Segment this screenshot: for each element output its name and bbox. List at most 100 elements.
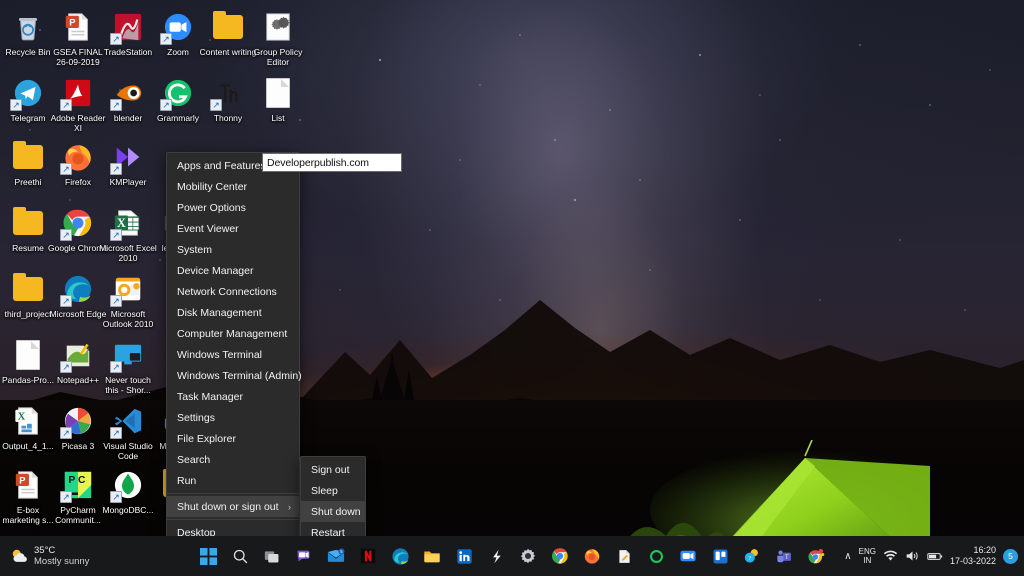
menu-item[interactable]: Settings [167, 407, 299, 428]
submenu-item[interactable]: Sign out [301, 459, 365, 480]
chrome-icon[interactable] [547, 543, 573, 569]
desktop-icon[interactable]: Pandas-Pro... [2, 338, 54, 385]
desktop-icon[interactable]: KMPlayer [102, 140, 154, 187]
language-indicator[interactable]: ENG IN [859, 547, 876, 565]
desktop-icon[interactable]: Group Policy Editor [252, 10, 304, 67]
svg-text:?: ? [748, 555, 751, 562]
chrome-apps-icon[interactable] [803, 543, 829, 569]
desktop-icon[interactable]: PCPyCharm Communit... [52, 468, 104, 525]
ring-icon[interactable] [643, 543, 669, 569]
menu-item[interactable]: Run [167, 470, 299, 491]
desktop-icon[interactable]: Telegram [2, 76, 54, 123]
lightning-icon[interactable] [483, 543, 509, 569]
balloon-icon[interactable]: ? [739, 543, 765, 569]
shortcut-arrow-icon [110, 361, 122, 373]
settings-icon[interactable] [515, 543, 541, 569]
menu-item[interactable]: Shut down or sign out› [167, 496, 299, 517]
menu-item[interactable]: Network Connections [167, 281, 299, 302]
menu-item[interactable]: Mobility Center [167, 176, 299, 197]
edge-icon[interactable] [387, 543, 413, 569]
desktop-icon[interactable]: List [252, 76, 304, 123]
menu-item-label: Computer Management [177, 328, 287, 340]
svg-text:X: X [18, 412, 26, 423]
chevron-up-icon[interactable]: ∧ [844, 551, 851, 562]
wifi-icon[interactable] [883, 550, 898, 562]
shortcut-arrow-icon [60, 427, 72, 439]
search-icon[interactable] [227, 543, 253, 569]
winx-power-user-menu[interactable]: Apps and FeaturesMobility CenterPower Op… [166, 152, 300, 546]
submenu-item[interactable]: Sleep [301, 480, 365, 501]
remote-desktop-icon [111, 338, 145, 372]
desktop-icon[interactable]: Adobe Reader XI [52, 76, 104, 133]
weather-widget[interactable]: 35°C Mostly sunny [0, 536, 89, 576]
desktop-icon[interactable]: Picasa 3 [52, 404, 104, 451]
menu-item-label: Windows Terminal [177, 349, 262, 361]
desktop-icon[interactable]: XMicrosoft Excel 2010 [102, 206, 154, 263]
notepad-icon[interactable] [611, 543, 637, 569]
menu-item-label: Search [177, 454, 210, 466]
trello-icon[interactable] [707, 543, 733, 569]
menu-item[interactable]: Windows Terminal [167, 344, 299, 365]
desktop-icon[interactable]: blender [102, 76, 154, 123]
teams-icon[interactable]: T [771, 543, 797, 569]
desktop-icon[interactable]: Never touch this - Shor... [102, 338, 154, 395]
language-line1: ENG [859, 547, 876, 556]
desktop-icon[interactable]: Recycle Bin [2, 10, 54, 57]
task-view-icon[interactable] [259, 543, 285, 569]
desktop-icon-label: KMPlayer [98, 177, 158, 187]
zoom-icon[interactable] [675, 543, 701, 569]
desktop-icon[interactable]: Microsoft Edge [52, 272, 104, 319]
menu-item[interactable]: Device Manager [167, 260, 299, 281]
desktop-icon[interactable]: Notepad++ [52, 338, 104, 385]
folder-icon [11, 206, 45, 240]
desktop-icon[interactable]: Microsoft Outlook 2010 [102, 272, 154, 329]
menu-item[interactable]: Search [167, 449, 299, 470]
watermark-textbox[interactable]: Developerpublish.com [262, 153, 402, 172]
shortcut-arrow-icon [60, 229, 72, 241]
mail-icon[interactable]: 5 [323, 543, 349, 569]
file-explorer-icon[interactable] [419, 543, 445, 569]
menu-item[interactable]: Disk Management [167, 302, 299, 323]
shortcut-arrow-icon [110, 427, 122, 439]
menu-item[interactable]: Windows Terminal (Admin) [167, 365, 299, 386]
desktop-icon[interactable]: Resume [2, 206, 54, 253]
desktop-icon[interactable]: MongoDBC... [102, 468, 154, 515]
menu-item[interactable]: System [167, 239, 299, 260]
menu-item-label: Windows Terminal (Admin) [177, 370, 302, 382]
blender-icon [111, 76, 145, 110]
shutdown-submenu[interactable]: Sign outSleepShut downRestart [300, 456, 366, 546]
battery-icon[interactable] [927, 551, 943, 562]
notification-badge[interactable]: 5 [1003, 549, 1018, 564]
desktop-icon[interactable]: Preethi [2, 140, 54, 187]
chrome-icon [61, 206, 95, 240]
desktop-icon[interactable]: TradeStation [102, 10, 154, 57]
linkedin-icon[interactable] [451, 543, 477, 569]
menu-item[interactable]: Task Manager [167, 386, 299, 407]
menu-item[interactable]: Power Options [167, 197, 299, 218]
volume-icon[interactable] [905, 550, 920, 562]
menu-item[interactable]: Computer Management [167, 323, 299, 344]
firefox-icon[interactable] [579, 543, 605, 569]
desktop-icon[interactable]: third_project [2, 272, 54, 319]
desktop-icon[interactable]: PGSEA FINAL 26-09-2019 [52, 10, 104, 67]
firefox-icon [61, 140, 95, 174]
clock[interactable]: 16:20 17-03-2022 [950, 545, 996, 567]
zoom-icon [161, 10, 195, 44]
chat-icon[interactable] [291, 543, 317, 569]
desktop-icon[interactable]: Zoom [152, 10, 204, 57]
desktop-icon[interactable]: PE-box marketing s... [2, 468, 54, 525]
desktop-icon[interactable]: Thonny [202, 76, 254, 123]
desktop-icon[interactable]: Grammarly [152, 76, 204, 123]
netflix-icon[interactable] [355, 543, 381, 569]
desktop-icon[interactable]: Visual Studio Code [102, 404, 154, 461]
desktop-icon[interactable]: Google Chrome [52, 206, 104, 253]
desktop-icon[interactable]: XOutput_4_1... [2, 404, 54, 451]
desktop-icon[interactable]: Firefox [52, 140, 104, 187]
menu-item-label: Power Options [177, 202, 246, 214]
desktop-icon[interactable]: Content writing [202, 10, 254, 57]
shortcut-arrow-icon [110, 491, 122, 503]
menu-item[interactable]: File Explorer [167, 428, 299, 449]
start-button[interactable] [195, 543, 221, 569]
submenu-item[interactable]: Shut down [301, 501, 365, 522]
menu-item[interactable]: Event Viewer [167, 218, 299, 239]
